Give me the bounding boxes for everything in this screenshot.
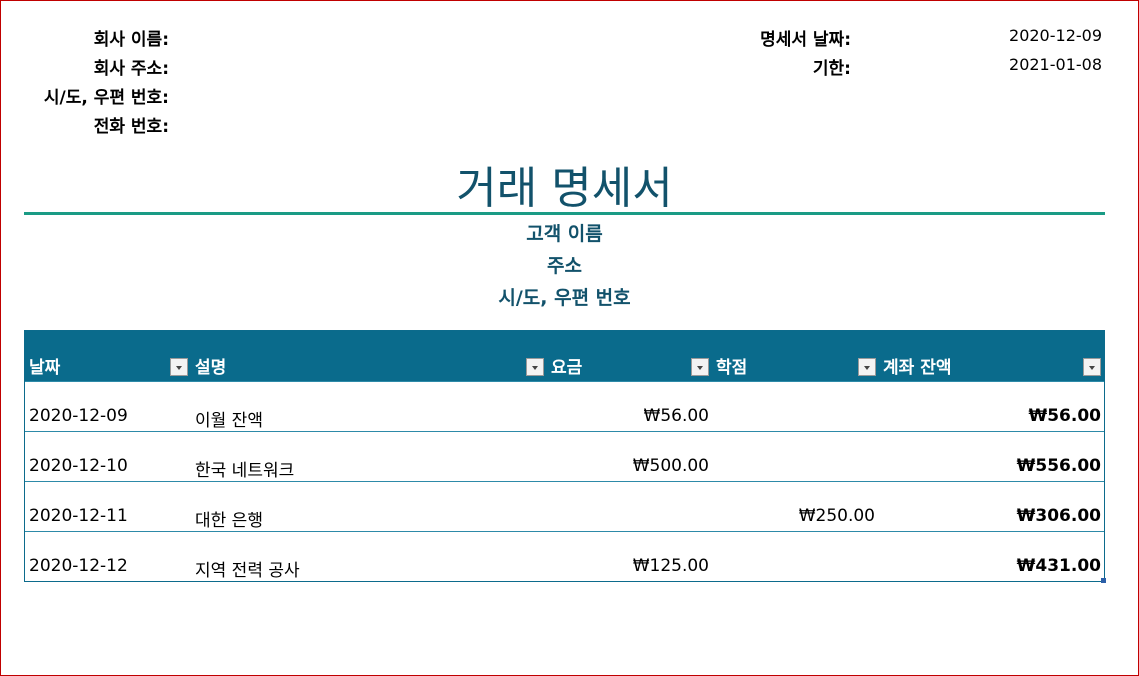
statement-date-value[interactable]: 2020-12-09 [1009,26,1102,45]
cell-date[interactable]: 2020-12-09 [29,406,128,426]
due-date-label: 기한: [812,59,851,79]
column-header-charge[interactable]: 요금 [551,353,582,378]
table-row[interactable]: 2020-12-09 이월 잔액 ₩56.00 ₩56.00 [25,381,1104,431]
title-divider [24,212,1105,215]
due-date-value[interactable]: 2021-01-08 [1009,55,1102,74]
cell-balance[interactable]: ₩56.00 [1028,406,1101,426]
cell-charge[interactable]: ₩56.00 [644,406,709,426]
cell-description[interactable]: 지역 전력 공사 [195,556,300,581]
cell-description[interactable]: 대한 은행 [195,506,263,531]
cell-description[interactable]: 한국 네트워크 [195,456,294,481]
table-row[interactable]: 2020-12-12 지역 전력 공사 ₩125.00 ₩431.00 [25,531,1104,581]
table-resize-handle[interactable] [1101,578,1106,583]
column-header-balance[interactable]: 계좌 잔액 [883,353,951,378]
customer-city-zip[interactable]: 시/도, 우편 번호 [24,283,1105,310]
cell-description[interactable]: 이월 잔액 [195,406,263,431]
statement-date-label: 명세서 날짜: [760,30,851,50]
company-name-label: 회사 이름: [93,30,169,50]
page-title: 거래 명세서 [456,163,673,214]
cell-charge[interactable]: ₩500.00 [633,456,709,476]
column-header-credit[interactable]: 학점 [716,353,747,378]
filter-dropdown-icon[interactable] [526,358,544,376]
column-header-description[interactable]: 설명 [195,353,226,378]
table-header: 날짜 설명 요금 학점 계좌 잔액 [25,331,1104,381]
customer-address[interactable]: 주소 [24,251,1105,278]
cell-balance[interactable]: ₩306.00 [1017,506,1101,526]
filter-dropdown-icon[interactable] [858,358,876,376]
company-address-label: 회사 주소: [93,59,169,79]
table-row[interactable]: 2020-12-10 한국 네트워크 ₩500.00 ₩556.00 [25,431,1104,481]
cell-credit[interactable]: ₩250.00 [799,506,875,526]
cell-date[interactable]: 2020-12-11 [29,506,128,526]
cell-balance[interactable]: ₩431.00 [1017,556,1101,576]
column-header-date[interactable]: 날짜 [29,353,60,378]
cell-balance[interactable]: ₩556.00 [1017,456,1101,476]
transactions-table: 날짜 설명 요금 학점 계좌 잔액 2020-12-09 이월 잔액 ₩56.0… [24,330,1106,583]
customer-name[interactable]: 고객 이름 [24,219,1105,246]
table-row[interactable]: 2020-12-11 대한 은행 ₩250.00 ₩306.00 [25,481,1104,531]
filter-dropdown-icon[interactable] [1083,358,1101,376]
filter-dropdown-icon[interactable] [170,358,188,376]
company-phone-label: 전화 번호: [93,117,169,137]
filter-dropdown-icon[interactable] [691,358,709,376]
cell-charge[interactable]: ₩125.00 [633,556,709,576]
company-city-zip-label: 시/도, 우편 번호: [43,88,169,108]
cell-date[interactable]: 2020-12-10 [29,456,128,476]
cell-date[interactable]: 2020-12-12 [29,556,128,576]
